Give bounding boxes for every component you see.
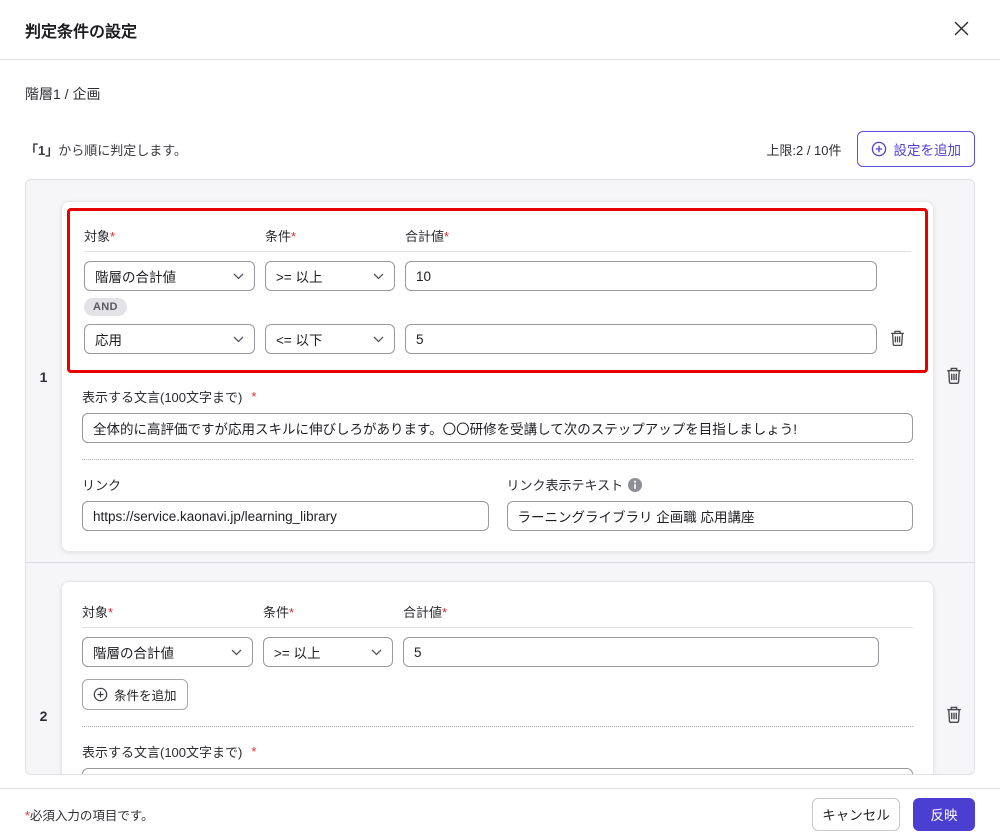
target-column-label: 対象* — [84, 226, 255, 245]
row-number: 2 — [26, 708, 61, 724]
message-label: 表示する文言(100文字まで)* — [82, 387, 913, 406]
setting-card-2: 対象* 条件* 合計値* 階層の合計値 >= 以上 — [61, 581, 934, 775]
modal-title: 判定条件の設定 — [25, 18, 137, 42]
required-marker: * — [110, 229, 115, 244]
required-marker: * — [291, 229, 296, 244]
required-marker: * — [251, 389, 256, 404]
message-label: 表示する文言(100文字まで)* — [82, 742, 913, 761]
operator-select[interactable]: >= 以上 — [265, 261, 395, 291]
required-marker: * — [251, 744, 256, 759]
operator-select[interactable]: >= 以上 — [263, 637, 393, 667]
apply-button[interactable]: 反映 — [913, 798, 975, 831]
order-note: 「1」から順に判定します。 — [25, 140, 187, 159]
condition-row: 階層の合計値 >= 以上 — [84, 261, 911, 291]
condition-trash-button[interactable] — [887, 327, 911, 352]
order-note-text: から順に判定します。 — [58, 143, 187, 158]
setting-row-2: 2 対象* 条件* 合計値* 階層の合計値 >= 以上 — [26, 563, 974, 775]
condition-highlight-box: 対象* 条件* 合計値* 階層の合計値 >= 以上 — [67, 208, 928, 373]
trash-icon — [946, 706, 962, 726]
required-note: *必須入力の項目です。 — [25, 805, 154, 824]
operator-column-label: 条件* — [263, 602, 393, 621]
link-text-label: リンク表示テキスト — [507, 475, 914, 494]
judgment-condition-modal: { "header": { "title": "判定条件の設定" }, "bre… — [0, 0, 1000, 839]
required-marker: * — [108, 605, 113, 620]
condition-header-row: 対象* 条件* 合計値* — [84, 226, 911, 252]
add-setting-button[interactable]: 設定を追加 — [857, 131, 976, 167]
total-column-label: 合計値* — [405, 226, 877, 245]
plus-circle-icon — [871, 141, 887, 157]
toolbar: 「1」から順に判定します。 上限:2 / 10件 設定を追加 — [25, 131, 975, 167]
chevron-down-icon — [233, 336, 244, 343]
modal-header: 判定条件の設定 — [0, 0, 1000, 60]
close-button[interactable] — [948, 15, 975, 45]
chevron-down-icon — [373, 273, 384, 280]
target-column-label: 対象* — [82, 602, 253, 621]
add-setting-label: 設定を追加 — [894, 139, 962, 159]
card-trash-button[interactable] — [943, 364, 965, 390]
row-number: 1 — [26, 369, 61, 385]
operator-select[interactable]: <= 以下 — [265, 324, 395, 354]
chevron-down-icon — [373, 336, 384, 343]
chevron-down-icon — [233, 273, 244, 280]
condition-row: 階層の合計値 >= 以上 — [82, 637, 913, 667]
section-divider — [82, 459, 913, 460]
plus-circle-icon — [93, 687, 108, 702]
required-marker: * — [442, 605, 447, 620]
message-input[interactable] — [82, 413, 913, 443]
message-input[interactable] — [82, 768, 913, 775]
total-value-input[interactable] — [405, 324, 877, 354]
breadcrumb: 階層1 / 企画 — [25, 84, 975, 104]
condition-header-row: 対象* 条件* 合計値* — [82, 602, 913, 628]
total-column-label: 合計値* — [403, 602, 879, 621]
and-badge: AND — [84, 298, 127, 316]
target-select[interactable]: 階層の合計値 — [82, 637, 253, 667]
setting-row-1: 1 対象* 条件* 合計値* 階層の合計値 >= 以上 — [26, 180, 974, 562]
trash-icon — [890, 330, 905, 349]
link-label: リンク — [82, 475, 489, 494]
trash-icon — [946, 367, 962, 387]
info-icon[interactable] — [628, 478, 642, 492]
chevron-down-icon — [231, 649, 242, 656]
target-select[interactable]: 階層の合計値 — [84, 261, 255, 291]
required-marker: * — [444, 229, 449, 244]
condition-row: 応用 <= 以下 — [84, 324, 911, 354]
limit-counter: 上限:2 / 10件 — [766, 140, 841, 159]
close-icon — [954, 21, 969, 39]
section-divider — [82, 726, 913, 727]
link-text-input[interactable] — [507, 501, 914, 531]
add-condition-label: 条件を追加 — [114, 685, 177, 704]
target-select[interactable]: 応用 — [84, 324, 255, 354]
link-url-input[interactable] — [82, 501, 489, 531]
total-value-input[interactable] — [405, 261, 877, 291]
chevron-down-icon — [371, 649, 382, 656]
setting-card-1: 対象* 条件* 合計値* 階層の合計値 >= 以上 — [61, 201, 934, 552]
cancel-button[interactable]: キャンセル — [812, 798, 900, 831]
total-value-input[interactable] — [403, 637, 879, 667]
card-trash-button[interactable] — [943, 703, 965, 729]
modal-footer: *必須入力の項目です。 キャンセル 反映 — [0, 788, 1000, 839]
order-note-number: 「1」 — [25, 143, 58, 158]
operator-column-label: 条件* — [265, 226, 395, 245]
add-condition-button[interactable]: 条件を追加 — [82, 679, 188, 710]
settings-list: 1 対象* 条件* 合計値* 階層の合計値 >= 以上 — [25, 179, 975, 775]
required-marker: * — [289, 605, 294, 620]
